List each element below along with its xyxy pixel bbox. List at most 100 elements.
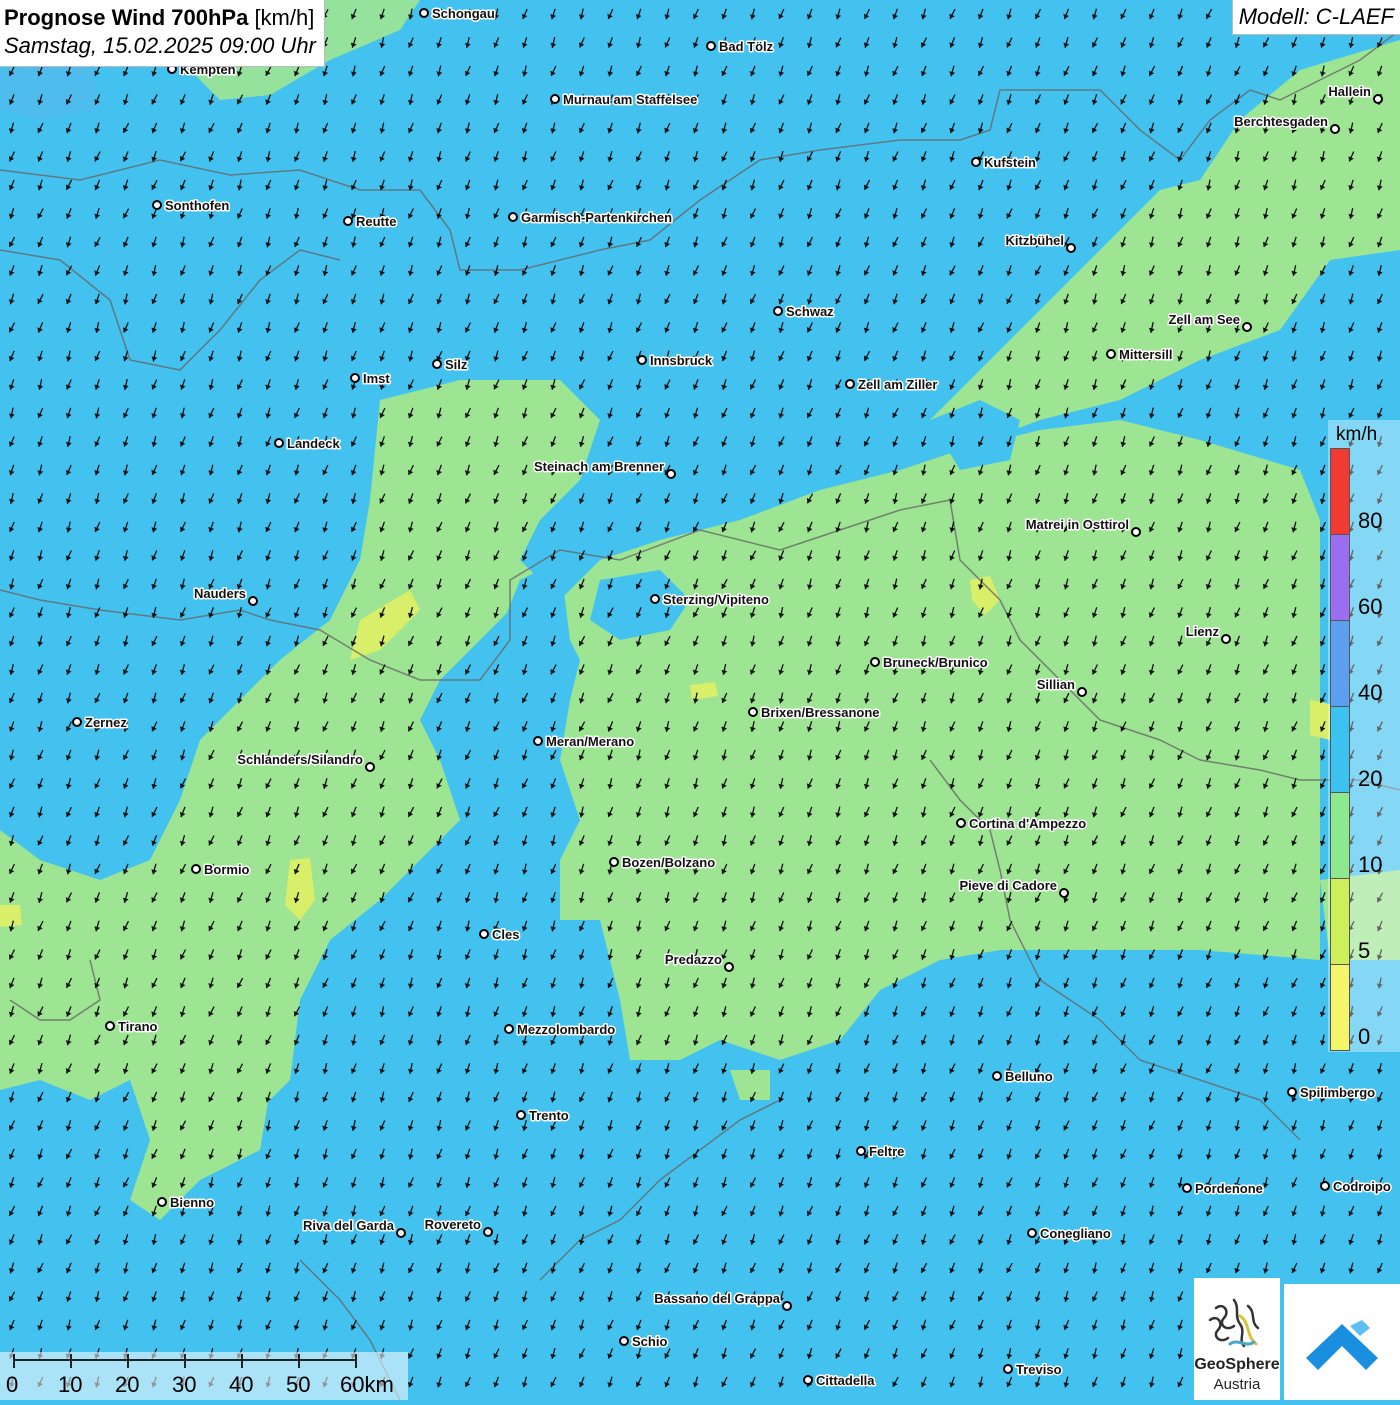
city-dot bbox=[483, 1227, 493, 1237]
city-dot bbox=[533, 736, 543, 746]
city-label: Pieve di Cadore bbox=[959, 878, 1057, 893]
city-label: Zell am See bbox=[1168, 312, 1240, 327]
city-dot bbox=[724, 962, 734, 972]
city-marker: Cortina d'Ampezzo bbox=[956, 815, 1088, 833]
city-dot bbox=[479, 929, 489, 939]
legend-tick-label: 0 bbox=[1358, 1024, 1371, 1049]
city-dot bbox=[152, 200, 162, 210]
city-marker: Mezzolombardo bbox=[504, 1021, 617, 1039]
city-label: Riva del Garda bbox=[303, 1218, 395, 1233]
city-label: Conegliano bbox=[1040, 1226, 1111, 1241]
scale-label-30: 30 bbox=[172, 1372, 197, 1397]
city-marker: Schongau bbox=[419, 5, 496, 23]
logo-sub: Austria bbox=[1213, 1376, 1261, 1393]
city-dot bbox=[1131, 527, 1141, 537]
city-dot bbox=[504, 1024, 514, 1034]
city-label: Brixen/Bressanone bbox=[761, 705, 880, 720]
city-label: Garmisch-Partenkirchen bbox=[521, 210, 672, 225]
city-label: Hallein bbox=[1328, 84, 1371, 99]
city-label: Mittersill bbox=[1119, 347, 1172, 362]
city-label: Landeck bbox=[287, 436, 341, 451]
city-label: Silz bbox=[445, 357, 468, 372]
city-label: Belluno bbox=[1005, 1069, 1053, 1084]
city-dot bbox=[666, 469, 676, 479]
city-dot bbox=[350, 373, 360, 383]
legend-color-bar bbox=[1330, 620, 1350, 707]
city-label: Rovereto bbox=[425, 1217, 481, 1232]
city-label: Sillian bbox=[1037, 677, 1075, 692]
city-dot bbox=[782, 1301, 792, 1311]
city-dot bbox=[1077, 687, 1087, 697]
title-unit: [km/h] bbox=[254, 5, 315, 30]
city-dot bbox=[870, 657, 880, 667]
scale-label-60: 60km bbox=[340, 1372, 394, 1397]
city-label: Treviso bbox=[1016, 1362, 1062, 1377]
city-dot bbox=[1287, 1087, 1297, 1097]
wind-map[interactable]: SchongauKemptenBad TölzMurnau am Staffel… bbox=[0, 0, 1400, 1400]
city-marker: Pordenone bbox=[1182, 1180, 1264, 1198]
city-dot bbox=[803, 1375, 813, 1385]
city-label: Murnau am Staffelsee bbox=[563, 92, 697, 107]
city-label: Berchtesgaden bbox=[1234, 114, 1328, 129]
city-marker: Innsbruck bbox=[637, 352, 714, 370]
city-dot bbox=[157, 1197, 167, 1207]
city-dot bbox=[516, 1110, 526, 1120]
legend-color-bar bbox=[1330, 792, 1350, 879]
city-label: Cortina d'Ampezzo bbox=[969, 816, 1086, 831]
scale-label-10: 10 bbox=[58, 1372, 83, 1397]
geosphere-logo[interactable]: GeoSphere Austria bbox=[1194, 1278, 1280, 1400]
logo-name: GeoSphere bbox=[1194, 1356, 1280, 1373]
city-label: Zernez bbox=[85, 715, 127, 730]
city-dot bbox=[1242, 322, 1252, 332]
city-dot bbox=[396, 1228, 406, 1238]
city-dot bbox=[637, 355, 647, 365]
city-label: Cittadella bbox=[816, 1373, 875, 1388]
city-dot bbox=[1059, 888, 1069, 898]
app-logo[interactable] bbox=[1284, 1284, 1400, 1400]
scale-label-20: 20 bbox=[115, 1372, 140, 1397]
city-label: Mezzolombardo bbox=[517, 1022, 615, 1037]
legend-color-bar bbox=[1330, 534, 1350, 621]
city-label: Bienno bbox=[170, 1195, 214, 1210]
city-dot bbox=[191, 864, 201, 874]
city-dot bbox=[992, 1071, 1002, 1081]
city-marker: Garmisch-Partenkirchen bbox=[508, 209, 674, 227]
city-marker: Conegliano bbox=[1027, 1225, 1112, 1243]
city-label: Innsbruck bbox=[650, 353, 713, 368]
city-dot bbox=[550, 94, 560, 104]
city-label: Meran/Merano bbox=[546, 734, 634, 749]
city-label: Zell am Ziller bbox=[858, 377, 937, 392]
city-dot bbox=[1066, 243, 1076, 253]
model-label: Modell: C-LAEF bbox=[1231, 0, 1400, 35]
legend-unit: km/h bbox=[1336, 424, 1378, 445]
city-label: Schongau bbox=[432, 6, 495, 21]
legend-color-bar bbox=[1330, 964, 1350, 1051]
geosphere-emblem-icon bbox=[1208, 1298, 1260, 1348]
city-dot bbox=[773, 306, 783, 316]
city-marker: Meran/Merano bbox=[533, 733, 636, 751]
city-label: Bassano del Grappa bbox=[654, 1291, 780, 1306]
scale-bar: 0 10 20 30 40 50 60km bbox=[0, 1352, 408, 1400]
city-label: Sonthofen bbox=[165, 198, 229, 213]
city-dot bbox=[1027, 1228, 1037, 1238]
city-marker: Bozen/Bolzano bbox=[609, 854, 717, 872]
city-label: Kufstein bbox=[984, 155, 1036, 170]
city-label: Feltre bbox=[869, 1144, 904, 1159]
city-label: Cles bbox=[492, 927, 519, 942]
city-label: Bozen/Bolzano bbox=[622, 855, 715, 870]
city-dot bbox=[365, 762, 375, 772]
city-label: Schio bbox=[632, 1334, 667, 1349]
city-marker: Spilimbergo bbox=[1287, 1084, 1377, 1102]
city-label: Kitzbühel bbox=[1006, 233, 1065, 248]
city-label: Reutte bbox=[356, 214, 396, 229]
city-label: Codroipo bbox=[1333, 1179, 1391, 1194]
city-dot bbox=[609, 857, 619, 867]
city-dot bbox=[956, 818, 966, 828]
city-dot bbox=[72, 717, 82, 727]
city-label: Bruneck/Brunico bbox=[883, 655, 988, 670]
city-marker: Brixen/Bressanone bbox=[748, 704, 881, 722]
legend-color-bar bbox=[1330, 448, 1350, 535]
city-dot bbox=[971, 157, 981, 167]
city-marker: Sonthofen bbox=[152, 197, 231, 215]
legend-tick-label: 5 bbox=[1358, 938, 1371, 963]
